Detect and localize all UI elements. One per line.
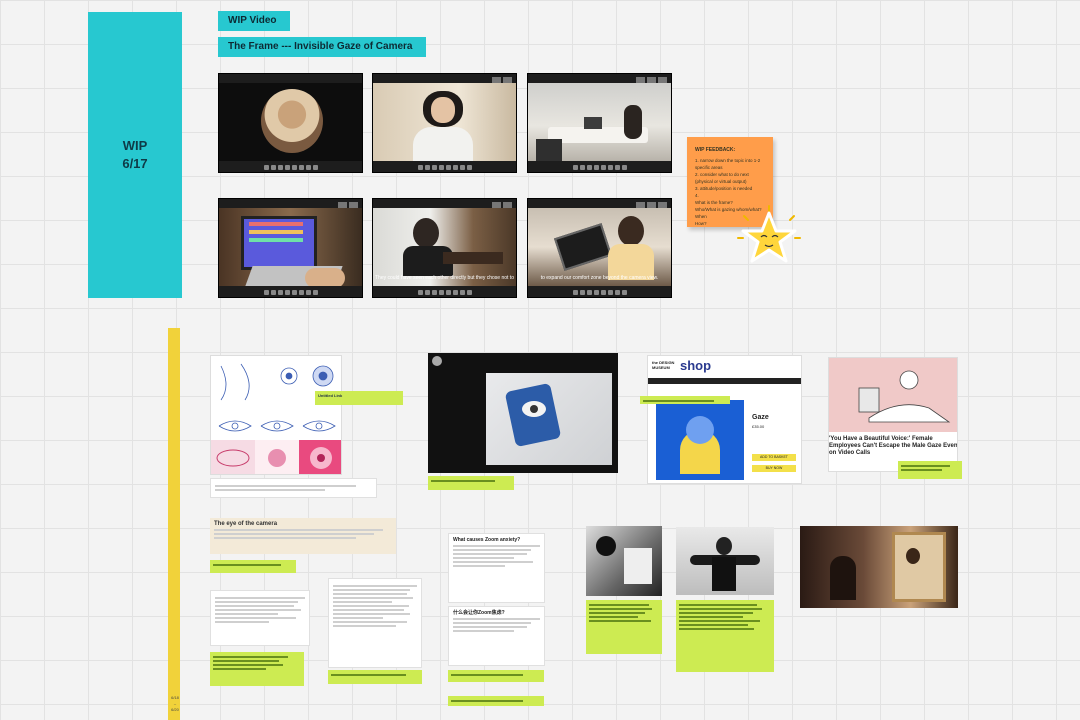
- video-embed[interactable]: [428, 353, 618, 473]
- sticky-line: 2. consider what to do next (physical or…: [695, 172, 749, 184]
- doc-title: What causes Zoom anxiety?: [453, 537, 521, 543]
- museum-logo: the DESIGN MUSEUM: [652, 360, 675, 370]
- wip-title: WIP: [122, 138, 148, 153]
- article-title: 'You Have a Beautiful Voice:' Female Emp…: [829, 436, 958, 456]
- bw-photograph[interactable]: [586, 526, 662, 596]
- bw-photograph[interactable]: [676, 527, 774, 595]
- text-snippet[interactable]: [328, 578, 422, 668]
- wip-video-tag[interactable]: WIP Video: [218, 11, 290, 31]
- link-note[interactable]: [210, 560, 296, 573]
- star-sticker-icon[interactable]: [734, 204, 804, 274]
- video-frame-5[interactable]: They could have seen each other directly…: [372, 198, 517, 298]
- video-caption: They could have seen each other directly…: [375, 275, 514, 281]
- buy-now-button[interactable]: BUY NOW: [752, 465, 796, 472]
- note-title: The eye of the camera: [214, 521, 278, 527]
- sticky-line: 1. narrow down the topic into 1-2 specif…: [695, 158, 761, 170]
- link-title: Untitled Link: [318, 393, 343, 398]
- video-frame-6[interactable]: to expand our comfort zone beyond the ca…: [527, 198, 672, 298]
- link-note[interactable]: [448, 670, 544, 682]
- video-frame-4[interactable]: [218, 198, 363, 298]
- article-card[interactable]: 'You Have a Beautiful Voice:' Female Emp…: [828, 357, 958, 472]
- section-date-label: 6/18 – 6/20: [171, 695, 179, 712]
- wip-date: 6/17: [122, 156, 148, 171]
- section-timeline-bar[interactable]: [168, 328, 180, 720]
- video-frame-2[interactable]: [372, 73, 517, 173]
- sticky-heading: WIP FEEDBACK:: [695, 147, 736, 153]
- sticky-line: 3. attitude/position is needed: [695, 186, 753, 191]
- zoom-anxiety-doc[interactable]: What causes Zoom anxiety?: [448, 533, 545, 603]
- link-note[interactable]: [448, 696, 544, 706]
- product-price: £35.00: [752, 424, 765, 429]
- eye-diagram-image[interactable]: [210, 355, 342, 475]
- link-note[interactable]: [586, 600, 662, 654]
- design-museum-shop-page[interactable]: the DESIGN MUSEUM shop Gaze £35.00 ADD T…: [647, 355, 802, 484]
- link-note[interactable]: [640, 396, 730, 404]
- link-note[interactable]: [428, 476, 514, 490]
- add-to-basket-button[interactable]: ADD TO BASKET: [752, 454, 796, 461]
- link-note[interactable]: [210, 652, 304, 686]
- sticky-line: 4.: [695, 193, 699, 198]
- link-note[interactable]: [898, 461, 962, 479]
- text-snippet[interactable]: [210, 478, 377, 498]
- shop-heading: shop: [680, 358, 712, 373]
- video-caption: to expand our comfort zone beyond the ca…: [540, 275, 659, 281]
- painting-photograph[interactable]: [800, 526, 958, 608]
- link-note[interactable]: Untitled Link: [315, 391, 403, 405]
- frame-title-tag[interactable]: The Frame --- Invisible Gaze of Camera: [218, 37, 426, 57]
- wip-section-marker[interactable]: WIP 6/17: [88, 12, 182, 298]
- video-frame-3[interactable]: [527, 73, 672, 173]
- product-title: Gaze: [752, 414, 769, 421]
- doc-title: 什么会让你Zoom焦虑?: [453, 610, 505, 616]
- chinese-text-doc[interactable]: 什么会让你Zoom焦虑?: [448, 606, 545, 666]
- text-snippet[interactable]: [210, 590, 310, 646]
- eye-of-camera-note[interactable]: The eye of the camera: [210, 518, 396, 554]
- link-note[interactable]: [676, 600, 774, 672]
- video-frame-1[interactable]: [218, 73, 363, 173]
- link-note[interactable]: [328, 670, 422, 684]
